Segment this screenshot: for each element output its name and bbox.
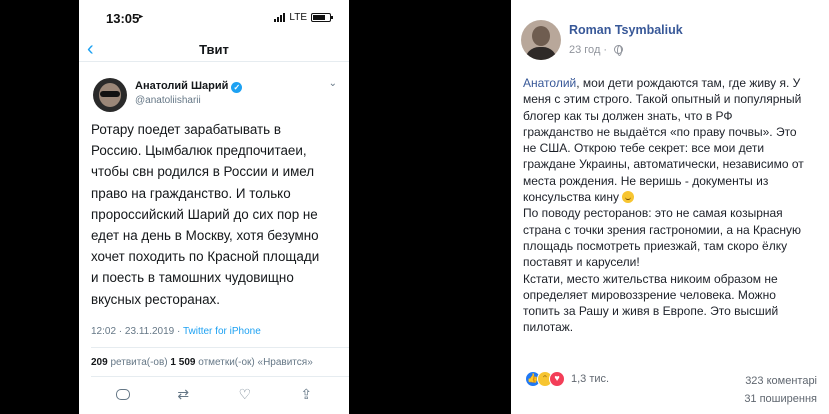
likes-label[interactable]: отметки(-ок) «Нравится»	[195, 357, 313, 368]
tweet-text-line: пророссийский Шарий до сих пор не	[91, 206, 318, 222]
tweet-text-line: чтобы свн родился в России и имел	[91, 164, 315, 180]
comment-line: площадь посмотреть приезжай, там скоро ё…	[523, 238, 788, 253]
chevron-down-icon[interactable]: ⌄	[329, 78, 337, 89]
tweet-text-line: право на гражданство. И только	[91, 185, 291, 201]
signal-icon	[274, 13, 286, 22]
battery-icon	[311, 13, 333, 22]
comment-time-row: 23 год ·	[569, 44, 624, 56]
tweet-author: Анатолий Шарий ✓ @anatoliisharii ⌄	[79, 72, 349, 122]
page-title: Твит	[199, 42, 229, 57]
comment-line-text: консульства кину	[523, 190, 623, 205]
tweet-text: Ротару поедет зарабатывать в Россию. Цым…	[91, 119, 337, 310]
reply-icon[interactable]	[112, 386, 132, 402]
tweet-text-line: и поесть в тамошних чудовищно	[91, 270, 294, 286]
retweets-count[interactable]: 209	[91, 357, 108, 368]
comment-line: места рождения. Не веришь - документы из	[523, 173, 769, 188]
comment-line-text: , мои дети рождаются там, где живу я. У	[576, 76, 801, 90]
tweet-text-line: Россию. Цымбалюк предпочитаеи,	[91, 143, 307, 159]
tweet-source-link[interactable]: Twitter for iPhone	[183, 326, 261, 337]
verified-badge-icon: ✓	[231, 82, 243, 93]
comment-line: меня с этим строго. Такой опытный и попу…	[523, 92, 802, 107]
comment-line: пилотаж.	[523, 320, 574, 335]
divider	[91, 347, 349, 348]
smile-emoji-icon	[622, 191, 635, 204]
reactions-count[interactable]: 1,3 тис.	[571, 373, 609, 385]
tweet-nav-bar: ‹ Твит	[79, 39, 349, 62]
tweet-datetime: 12:02 · 23.11.2019 ·	[91, 326, 183, 337]
tweet-text-line: Ротару поедет зарабатывать в	[91, 122, 281, 137]
comments-count[interactable]: 323 коментарі	[745, 375, 817, 387]
facebook-comment-card: Roman Tsymbaliuk 23 год · Анатолий, мои …	[511, 0, 829, 414]
comment-line: Кстати, место жительства никоим образом …	[523, 271, 778, 286]
comment-line: топить за Рашу и живя в Европе. Это высш…	[523, 304, 779, 319]
comment-line: поставят и карусели!	[523, 255, 640, 270]
reactions-summary[interactable]: 👍 ᵔ ♥ 1,3 тис.	[525, 371, 609, 387]
ios-status-bar: 13:05 ➤ LTE	[79, 0, 349, 40]
likes-count[interactable]: 1 509	[170, 357, 195, 368]
comment-time[interactable]: 23 год ·	[569, 44, 610, 56]
comment-line: определяет мировоззрение человека. Можно	[523, 287, 776, 302]
retweets-label[interactable]: ретвита(-ов)	[108, 357, 171, 368]
comment-line: консульства кину	[523, 189, 821, 205]
comment-text: Анатолий, мои дети рождаются там, где жи…	[523, 75, 821, 336]
tweet-actions: ⇄ ♡ ⇪	[91, 386, 337, 402]
comment-line: страна с точки зрения гастрономии, а на …	[523, 222, 801, 237]
tweet-meta: 12:02 · 23.11.2019 · Twitter for iPhone	[91, 326, 261, 337]
author-avatar[interactable]	[93, 78, 127, 112]
comment-line: гражданство не выдаётся «по праву почвы»…	[523, 124, 797, 139]
location-arrow-icon: ➤	[137, 12, 144, 21]
author-handle[interactable]: @anatoliisharii	[135, 95, 201, 106]
tweet-text-line: вкусных ресторанах.	[91, 291, 220, 307]
retweet-icon[interactable]: ⇄	[173, 386, 193, 402]
globe-icon	[614, 45, 624, 56]
love-reaction-icon: ♥	[549, 371, 565, 387]
comment-line: не США. Открою тебе секрет: все мои дети	[523, 141, 765, 156]
commenter-avatar[interactable]	[521, 20, 561, 60]
divider	[91, 376, 349, 377]
commenter-name[interactable]: Roman Tsymbaliuk	[569, 23, 683, 37]
author-name[interactable]: Анатолий Шарий	[135, 80, 228, 92]
comment-line: блогер как ты должен знать, что в РФ	[523, 108, 733, 123]
status-indicators: LTE	[274, 12, 333, 23]
comment-line: Анатолий, мои дети рождаются там, где жи…	[523, 75, 821, 91]
shares-count[interactable]: 31 поширення	[744, 393, 817, 405]
status-time: 13:05	[106, 11, 140, 26]
network-type: LTE	[289, 12, 307, 23]
like-icon[interactable]: ♡	[235, 386, 255, 402]
comment-line: По поводу ресторанов: это не самая козыр…	[523, 206, 783, 221]
share-icon[interactable]: ⇪	[296, 386, 316, 402]
tweet-stats: 209 ретвита(-ов) 1 509 отметки(-ок) «Нра…	[91, 357, 313, 368]
tweet-text-line: едет на день в Москву, хотя безумно	[91, 228, 319, 244]
mention-link[interactable]: Анатолий	[523, 76, 576, 90]
tweet-text-line: хочет походить по Красной площади	[91, 249, 320, 265]
twitter-phone-screenshot: 13:05 ➤ LTE ‹ Твит Анатолий Шарий ✓ @anat…	[79, 0, 349, 414]
author-name-row[interactable]: Анатолий Шарий ✓	[135, 80, 243, 93]
comment-line: граждане Украины, автоматически, независ…	[523, 157, 804, 172]
